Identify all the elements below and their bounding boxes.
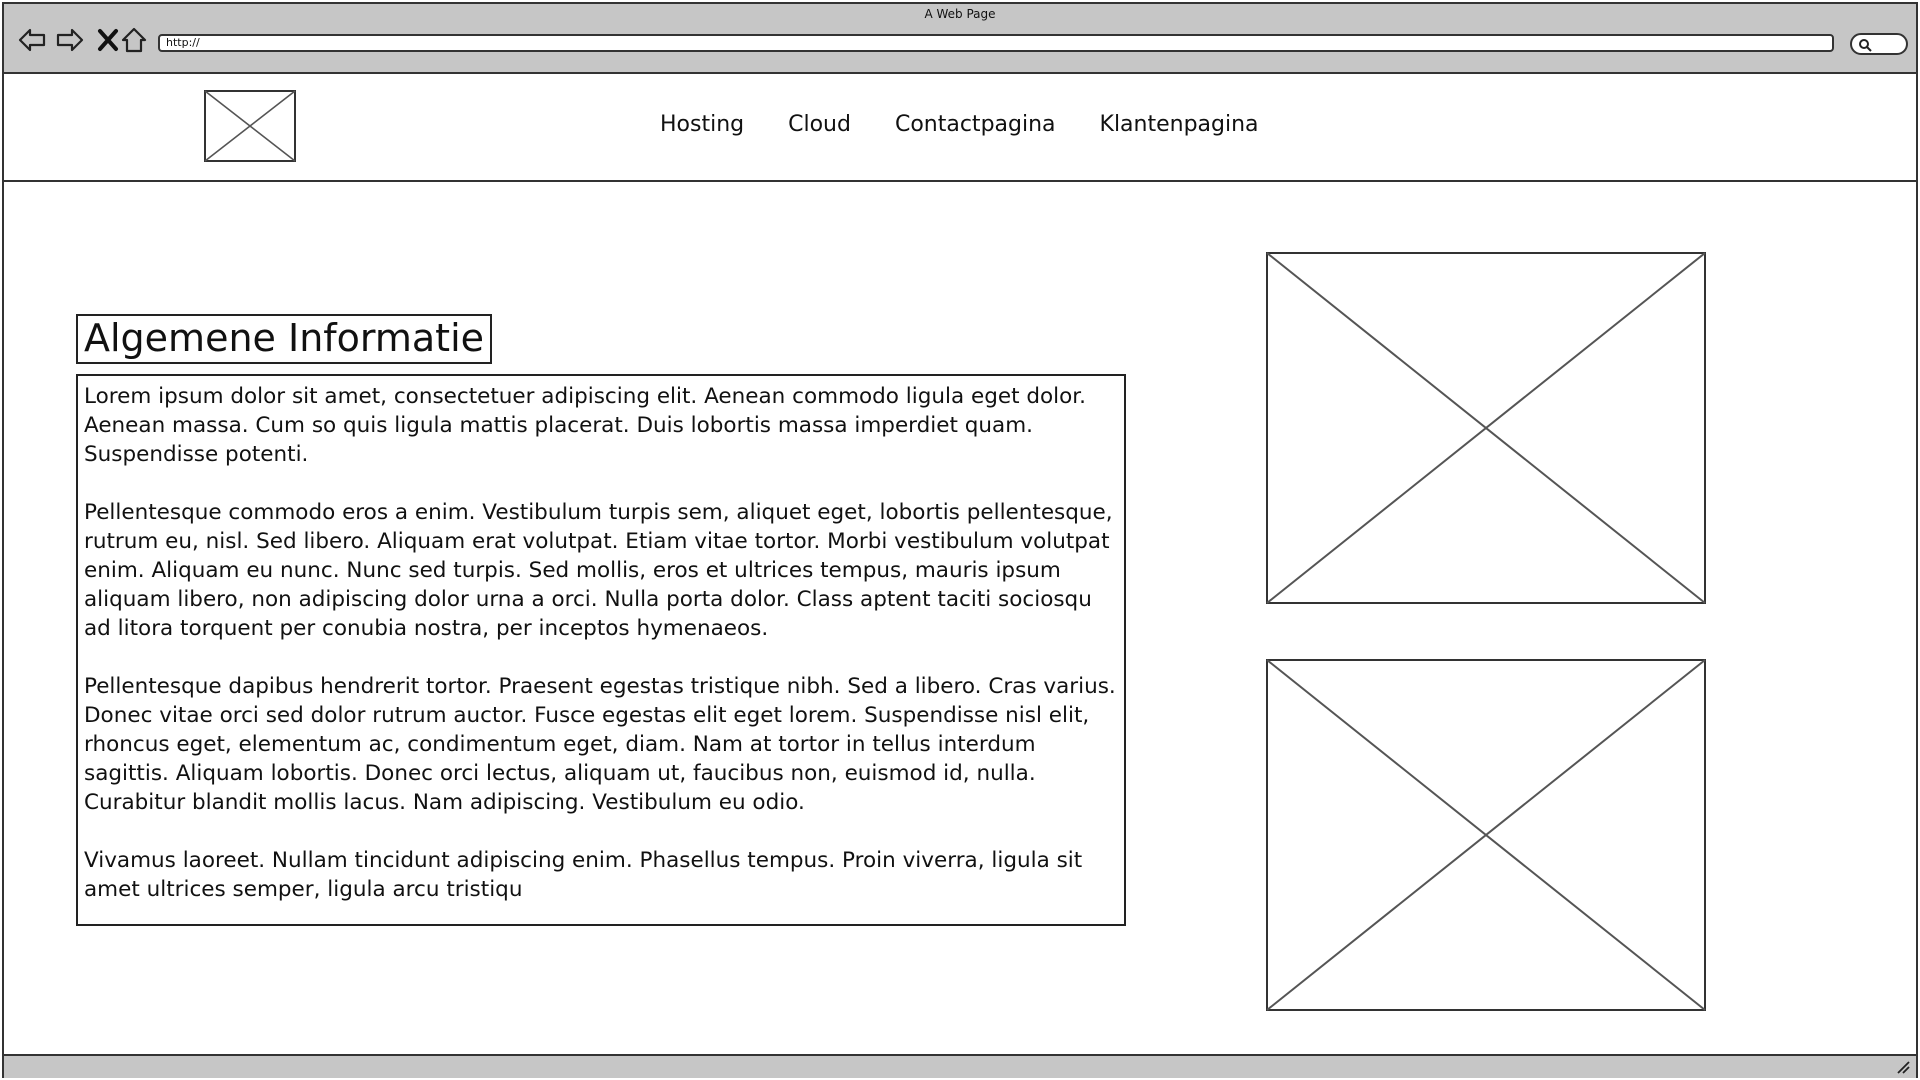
nav-cloud[interactable]: Cloud [788, 112, 851, 137]
forward-arrow-icon[interactable] [56, 26, 84, 54]
main-nav: Hosting Cloud Contactpagina Klantenpagin… [660, 112, 1259, 137]
url-bar[interactable]: http:// [158, 34, 1834, 52]
close-x-icon[interactable] [94, 26, 122, 54]
resize-grip-icon[interactable] [1896, 1060, 1910, 1074]
nav-hosting[interactable]: Hosting [660, 112, 744, 137]
image-placeholder-top [1266, 252, 1706, 604]
nav-contactpagina[interactable]: Contactpagina [895, 112, 1056, 137]
window-title: A Web Page [924, 7, 996, 21]
browser-chrome: A Web Page http:// [4, 4, 1916, 74]
paragraph: Pellentesque commodo eros a enim. Vestib… [84, 500, 1113, 641]
back-arrow-icon[interactable] [18, 26, 46, 54]
site-header: Hosting Cloud Contactpagina Klantenpagin… [4, 74, 1916, 182]
status-bar [4, 1054, 1916, 1078]
paragraph: Lorem ipsum dolor sit amet, consectetuer… [84, 384, 1086, 467]
search-icon [1859, 39, 1872, 52]
paragraph: Vivamus laoreet. Nullam tincidunt adipis… [84, 848, 1083, 902]
logo-image-placeholder [204, 90, 296, 162]
paragraph: Pellentesque dapibus hendrerit tortor. P… [84, 674, 1116, 815]
text-block: Lorem ipsum dolor sit amet, consectetuer… [76, 374, 1126, 926]
search-box[interactable] [1850, 33, 1908, 55]
nav-klantenpagina[interactable]: Klantenpagina [1100, 112, 1259, 137]
browser-window: A Web Page http:// Hosting Cloud Contact… [2, 2, 1918, 1078]
image-placeholder-bottom [1266, 659, 1706, 1011]
home-icon[interactable] [120, 26, 148, 54]
page-title: Algemene Informatie [76, 314, 493, 364]
